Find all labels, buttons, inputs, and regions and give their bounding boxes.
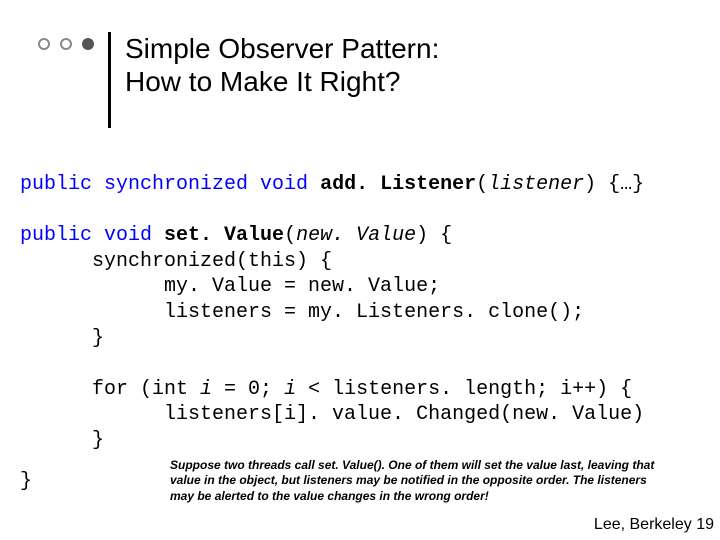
dot-icon	[60, 38, 72, 50]
vertical-divider	[108, 32, 111, 128]
title-line-1: Simple Observer Pattern:	[125, 33, 439, 64]
code-text: i	[200, 378, 212, 401]
code-text: new. Value	[296, 224, 416, 247]
code-text: set. Value	[164, 224, 284, 247]
code-text: public void	[20, 224, 164, 247]
decorative-dots	[38, 38, 94, 50]
code-text: add. Listener	[320, 173, 476, 196]
slide-title: Simple Observer Pattern: How to Make It …	[125, 32, 439, 98]
dot-icon	[82, 38, 94, 50]
code-text: listener	[488, 173, 584, 196]
code-text: listeners[i]. value. Changed(new. Value)	[20, 403, 644, 426]
code-text: i	[284, 378, 296, 401]
title-line-2: How to Make It Right?	[125, 66, 400, 97]
code-text: ) {	[416, 224, 452, 247]
code-text: my. Value = new. Value;	[20, 275, 440, 298]
code-text: = 0;	[212, 378, 284, 401]
code-text: for (int	[20, 378, 200, 401]
code-text: }	[20, 327, 104, 350]
code-block: public synchronized void add. Listener(l…	[20, 172, 708, 454]
slide-footer: Lee, Berkeley 19	[594, 516, 714, 534]
dot-icon	[38, 38, 50, 50]
code-text: public synchronized void	[20, 173, 320, 196]
header: Simple Observer Pattern: How to Make It …	[38, 32, 680, 136]
code-text: < listeners. length; i++) {	[296, 378, 632, 401]
caution-note: Suppose two threads call set. Value(). O…	[170, 458, 670, 504]
slide: Simple Observer Pattern: How to Make It …	[0, 0, 720, 540]
code-text: (	[284, 224, 296, 247]
code-text: listeners = my. Listeners. clone();	[20, 301, 584, 324]
code-text: ) {…}	[584, 173, 644, 196]
code-text: (	[476, 173, 488, 196]
code-text: synchronized(this) {	[20, 250, 332, 273]
code-text: }	[20, 429, 104, 452]
code-closing-brace: }	[20, 470, 32, 493]
